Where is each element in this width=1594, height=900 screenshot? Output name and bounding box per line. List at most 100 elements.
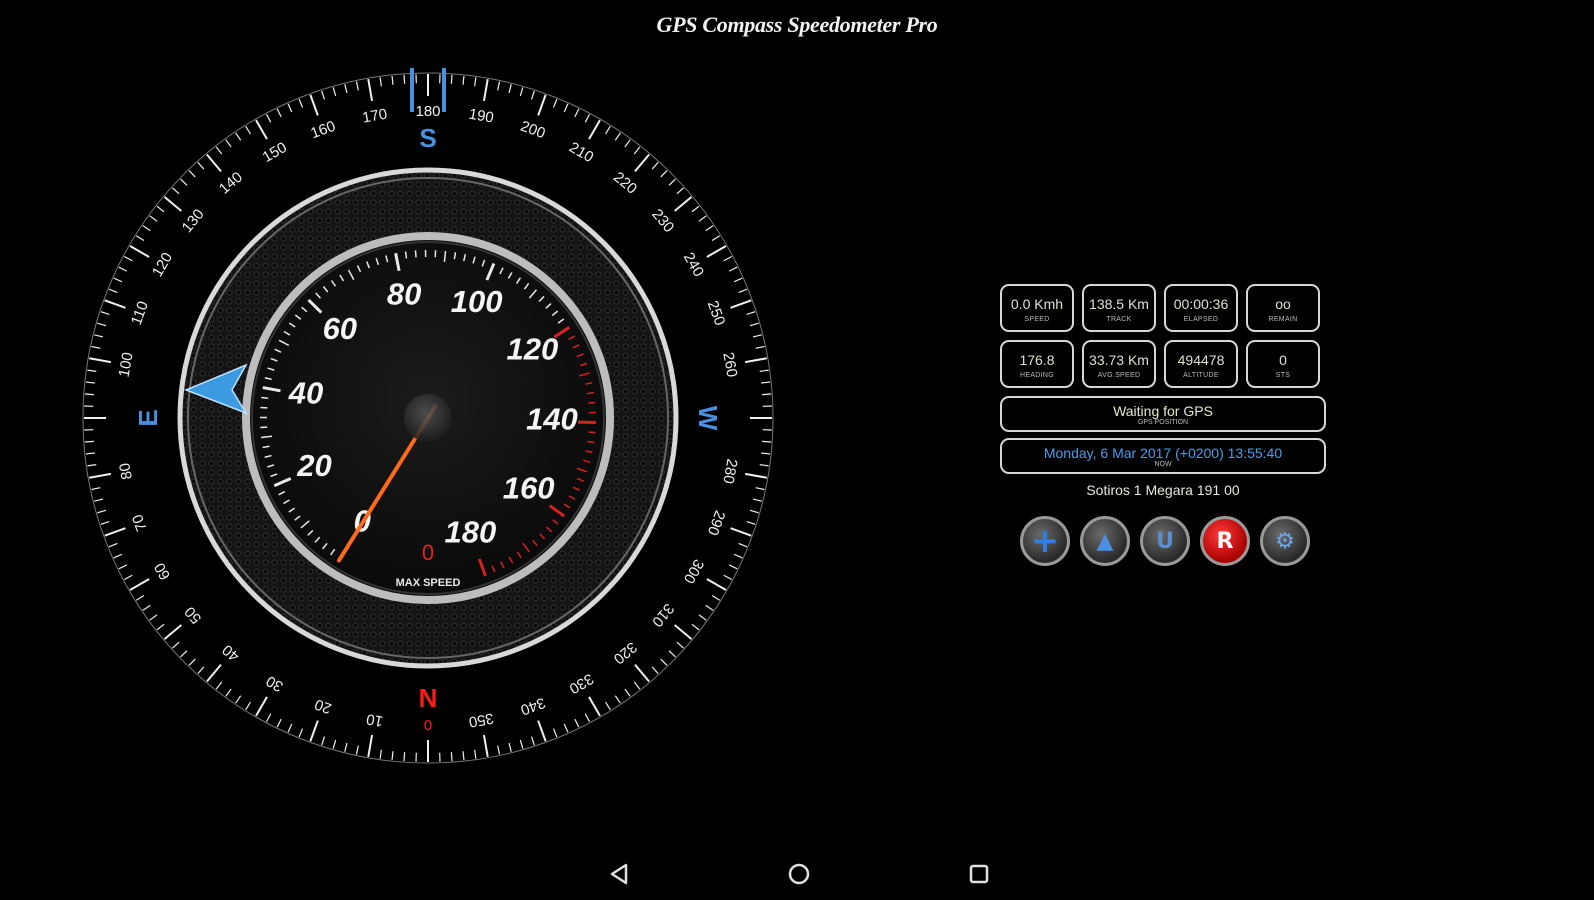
compass-tick [142, 604, 151, 611]
add-button[interactable]: + [1020, 516, 1070, 566]
compass-degree-label: 0 [424, 716, 432, 733]
compass-tick [651, 161, 659, 170]
compass-tick [344, 84, 348, 94]
compass-tick [89, 357, 112, 364]
compass-tick [163, 624, 182, 640]
compass-tick [728, 266, 738, 272]
compass-degree-label: 260 [719, 351, 740, 379]
compass-tick [563, 723, 569, 733]
stat-label: ALTITUDE [1183, 372, 1219, 379]
stat-value: 00:00:36 [1173, 296, 1229, 312]
compass-tick [355, 745, 359, 755]
compass-degree-label: 220 [610, 169, 640, 198]
compass-tick [660, 658, 668, 666]
compass-tick [180, 650, 188, 658]
compass-tick [730, 299, 752, 309]
compass-tick [508, 84, 512, 94]
home-icon[interactable] [785, 860, 813, 888]
compass-tick [508, 742, 512, 752]
compass-tick [91, 345, 101, 349]
compass-degree-label: 350 [467, 709, 495, 730]
compass-tick [676, 641, 685, 649]
navigation-arrow-button[interactable]: ▲ [1080, 516, 1130, 566]
compass-degree-label: 340 [518, 694, 547, 719]
stat-label: TRACK [1106, 316, 1132, 323]
compass-tick [171, 641, 180, 649]
compass-tick [129, 578, 150, 591]
compass-tick [733, 277, 743, 283]
compass-tick [85, 381, 95, 384]
datetime-value: Monday, 6 Mar 2017 (+0200) 13:55:40 [1043, 445, 1283, 461]
compass-tick [215, 146, 223, 155]
compass-tick [149, 614, 158, 621]
stat-value: 138.5 Km [1089, 296, 1149, 312]
speed-tick-label: 120 [507, 331, 559, 366]
stat-altitude: 494478 ALTITUDE [1164, 340, 1238, 388]
compass-tick [691, 205, 700, 213]
stat-value: 0 [1279, 352, 1287, 368]
compass-tick [450, 752, 453, 762]
stat-label: REMAIN [1268, 316, 1298, 323]
compass-tick [332, 87, 337, 97]
compass-tick [255, 119, 268, 140]
back-icon[interactable] [606, 860, 634, 888]
stat-value: 33.73 Km [1089, 352, 1149, 368]
compass-tick [749, 509, 759, 514]
compass-tick [519, 739, 524, 749]
compass-degree-label: 250 [704, 298, 729, 327]
compass-tick [474, 749, 477, 759]
compass-tick [537, 94, 547, 116]
compass-tick [123, 574, 133, 581]
compass-tick [321, 736, 326, 746]
compass-tick [94, 334, 104, 338]
compass-tick [156, 623, 165, 631]
speed-tick-label: 80 [387, 277, 421, 312]
magnet-button[interactable]: U [1140, 516, 1190, 566]
compass-tick [723, 574, 733, 581]
compass-degree-label: 120 [149, 250, 176, 280]
compass-degree-label: 30 [263, 672, 286, 695]
compass-tick [733, 553, 743, 559]
compass-tick [552, 728, 558, 738]
compass-tick [276, 108, 282, 118]
compass-tick [298, 728, 304, 738]
compass-tick [89, 472, 112, 479]
compass-tick [113, 277, 123, 283]
compass-tick [100, 311, 110, 316]
compass-tick [287, 103, 293, 113]
stat-elapsed: 00:00:36 ELAPSED [1164, 284, 1238, 332]
gear-icon: ⚙ [1275, 528, 1295, 554]
compass-tick [97, 322, 107, 327]
compass-tick [298, 98, 304, 108]
record-button[interactable]: R [1200, 516, 1250, 566]
speed-tick [587, 440, 595, 444]
compass-tick [450, 74, 453, 84]
stat-value: 176.8 [1019, 352, 1055, 368]
add-icon: + [1030, 521, 1060, 561]
gear-button[interactable]: ⚙ [1260, 516, 1310, 566]
compass-tick [118, 564, 128, 570]
compass-tick [698, 614, 707, 621]
gps-status-label: GPS POSITION [1137, 419, 1189, 426]
compass-tick [624, 139, 631, 148]
compass-tick [462, 75, 465, 85]
compass-cardinal-east: E [133, 409, 163, 426]
compass-tick [379, 77, 382, 87]
speed-tick [588, 401, 596, 404]
compass-degree-label: 140 [216, 169, 246, 198]
datetime-box: Monday, 6 Mar 2017 (+0200) 13:55:40 NOW [1000, 438, 1326, 474]
compass-degree-label: 180 [415, 103, 440, 120]
stat-avg-speed: 33.73 Km AVG.SPEED [1082, 340, 1156, 388]
compass-cardinal-south: S [419, 123, 436, 153]
stat-label: HEADING [1020, 372, 1054, 379]
compass-tick [668, 178, 676, 186]
compass-tick [108, 542, 118, 548]
compass-tick [87, 369, 97, 372]
compass-tick [94, 498, 104, 502]
compass-tick [634, 664, 650, 683]
compass-degree-label: 110 [128, 299, 152, 327]
recents-icon[interactable] [965, 860, 993, 888]
compass-tick [255, 696, 268, 717]
compass-tick [755, 345, 765, 349]
compass-tick [245, 701, 251, 711]
